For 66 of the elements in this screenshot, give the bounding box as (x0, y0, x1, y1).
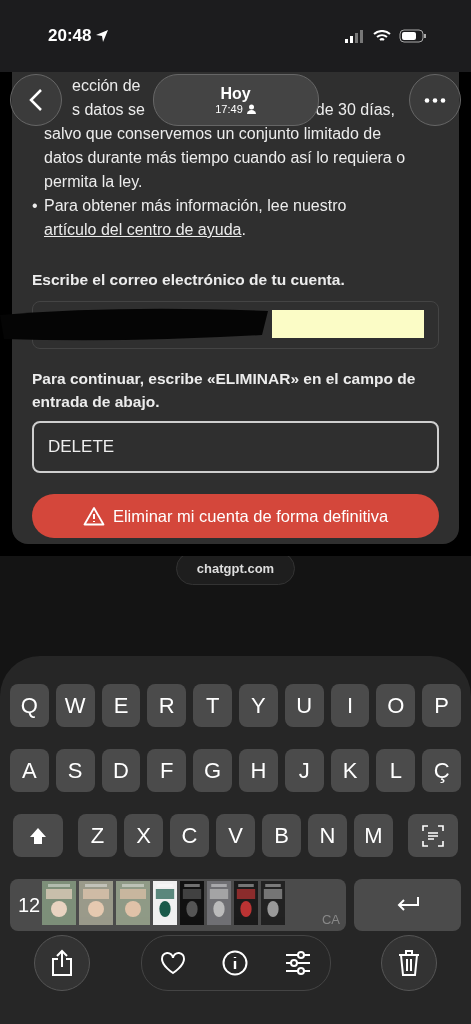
numbers-key[interactable]: 12 CA (10, 879, 346, 931)
body-text: salvo que conservemos un conjunto limitado de datos durante más tiempo cuando así lo requiera o permita la ley. (43, 124, 407, 192)
delete-button[interactable] (381, 935, 437, 991)
person-icon (246, 104, 256, 114)
share-button[interactable] (34, 935, 90, 991)
letter-key[interactable]: I (330, 684, 370, 727)
language-label: CA (321, 912, 340, 927)
letter-key[interactable]: R (147, 684, 187, 727)
letter-key[interactable]: S (55, 749, 95, 792)
more-icon (424, 97, 446, 103)
letter-key[interactable]: A (10, 749, 49, 792)
location-icon (95, 29, 110, 43)
letter-key[interactable]: W (55, 684, 95, 727)
delete-account-button[interactable]: Eliminar mi cuenta de forma definitiva (32, 494, 439, 538)
letter-key[interactable]: H (239, 749, 278, 792)
letter-key[interactable]: U (284, 684, 324, 727)
info-icon (222, 950, 249, 976)
status-time: 20:48 (48, 26, 110, 46)
date-title: Hoy (220, 85, 251, 103)
adjust-button[interactable] (285, 951, 312, 975)
help-link[interactable]: artículo del centro de ayuda (44, 221, 242, 238)
letter-key[interactable]: O (376, 684, 416, 727)
back-button[interactable] (10, 74, 62, 126)
wifi-icon (373, 29, 391, 43)
photo-time: 17:49 (215, 103, 243, 115)
letter-key[interactable]: P (422, 684, 461, 727)
letter-key[interactable]: T (193, 684, 232, 727)
letter-key[interactable]: C (170, 814, 209, 857)
trash-icon (397, 949, 421, 977)
letter-key[interactable]: G (193, 749, 232, 792)
confirm-input[interactable]: DELETE (32, 421, 439, 473)
letter-key[interactable]: Q (10, 684, 49, 727)
letter-key[interactable]: D (101, 749, 141, 792)
letter-key[interactable]: X (124, 814, 163, 857)
back-icon (29, 88, 43, 112)
body-text: ección de (72, 76, 141, 96)
email-label: Escribe el correo electrónico de tu cuenta. (32, 270, 346, 290)
bullet-text: Para obtener más información, lee nuestro artículo del centro de ayuda. (44, 196, 348, 240)
bullet-dot: • (32, 196, 39, 216)
more-button[interactable] (409, 74, 461, 126)
scan-text-key[interactable] (408, 814, 458, 857)
favorite-button[interactable] (159, 951, 186, 975)
sliders-icon (285, 951, 312, 975)
letter-key[interactable]: J (284, 749, 324, 792)
letter-key[interactable]: V (216, 814, 255, 857)
letter-key[interactable]: N (308, 814, 347, 857)
heart-icon (159, 951, 186, 975)
letter-key[interactable]: F (147, 749, 187, 792)
shift-key[interactable] (13, 814, 63, 857)
body-text: s datos se (72, 100, 145, 120)
battery-icon (399, 29, 427, 43)
letter-key[interactable]: E (101, 684, 141, 727)
warning-icon (82, 506, 105, 526)
letter-key[interactable]: L (376, 749, 416, 792)
confirm-label: Para continuar, escribe «ELIMINAR» en el campo de entrada de abajo. (32, 369, 417, 412)
letter-key[interactable]: Ç (422, 749, 461, 792)
email-field[interactable] (32, 301, 439, 349)
letter-key[interactable]: M (354, 814, 393, 857)
letter-key[interactable]: Z (78, 814, 117, 857)
letter-key[interactable]: B (262, 814, 301, 857)
signal-icon (345, 29, 365, 43)
letter-key[interactable]: Y (239, 684, 278, 727)
letter-key[interactable]: K (330, 749, 370, 792)
scan-text-icon (422, 824, 444, 847)
share-icon (50, 949, 74, 977)
info-button[interactable] (222, 950, 249, 976)
